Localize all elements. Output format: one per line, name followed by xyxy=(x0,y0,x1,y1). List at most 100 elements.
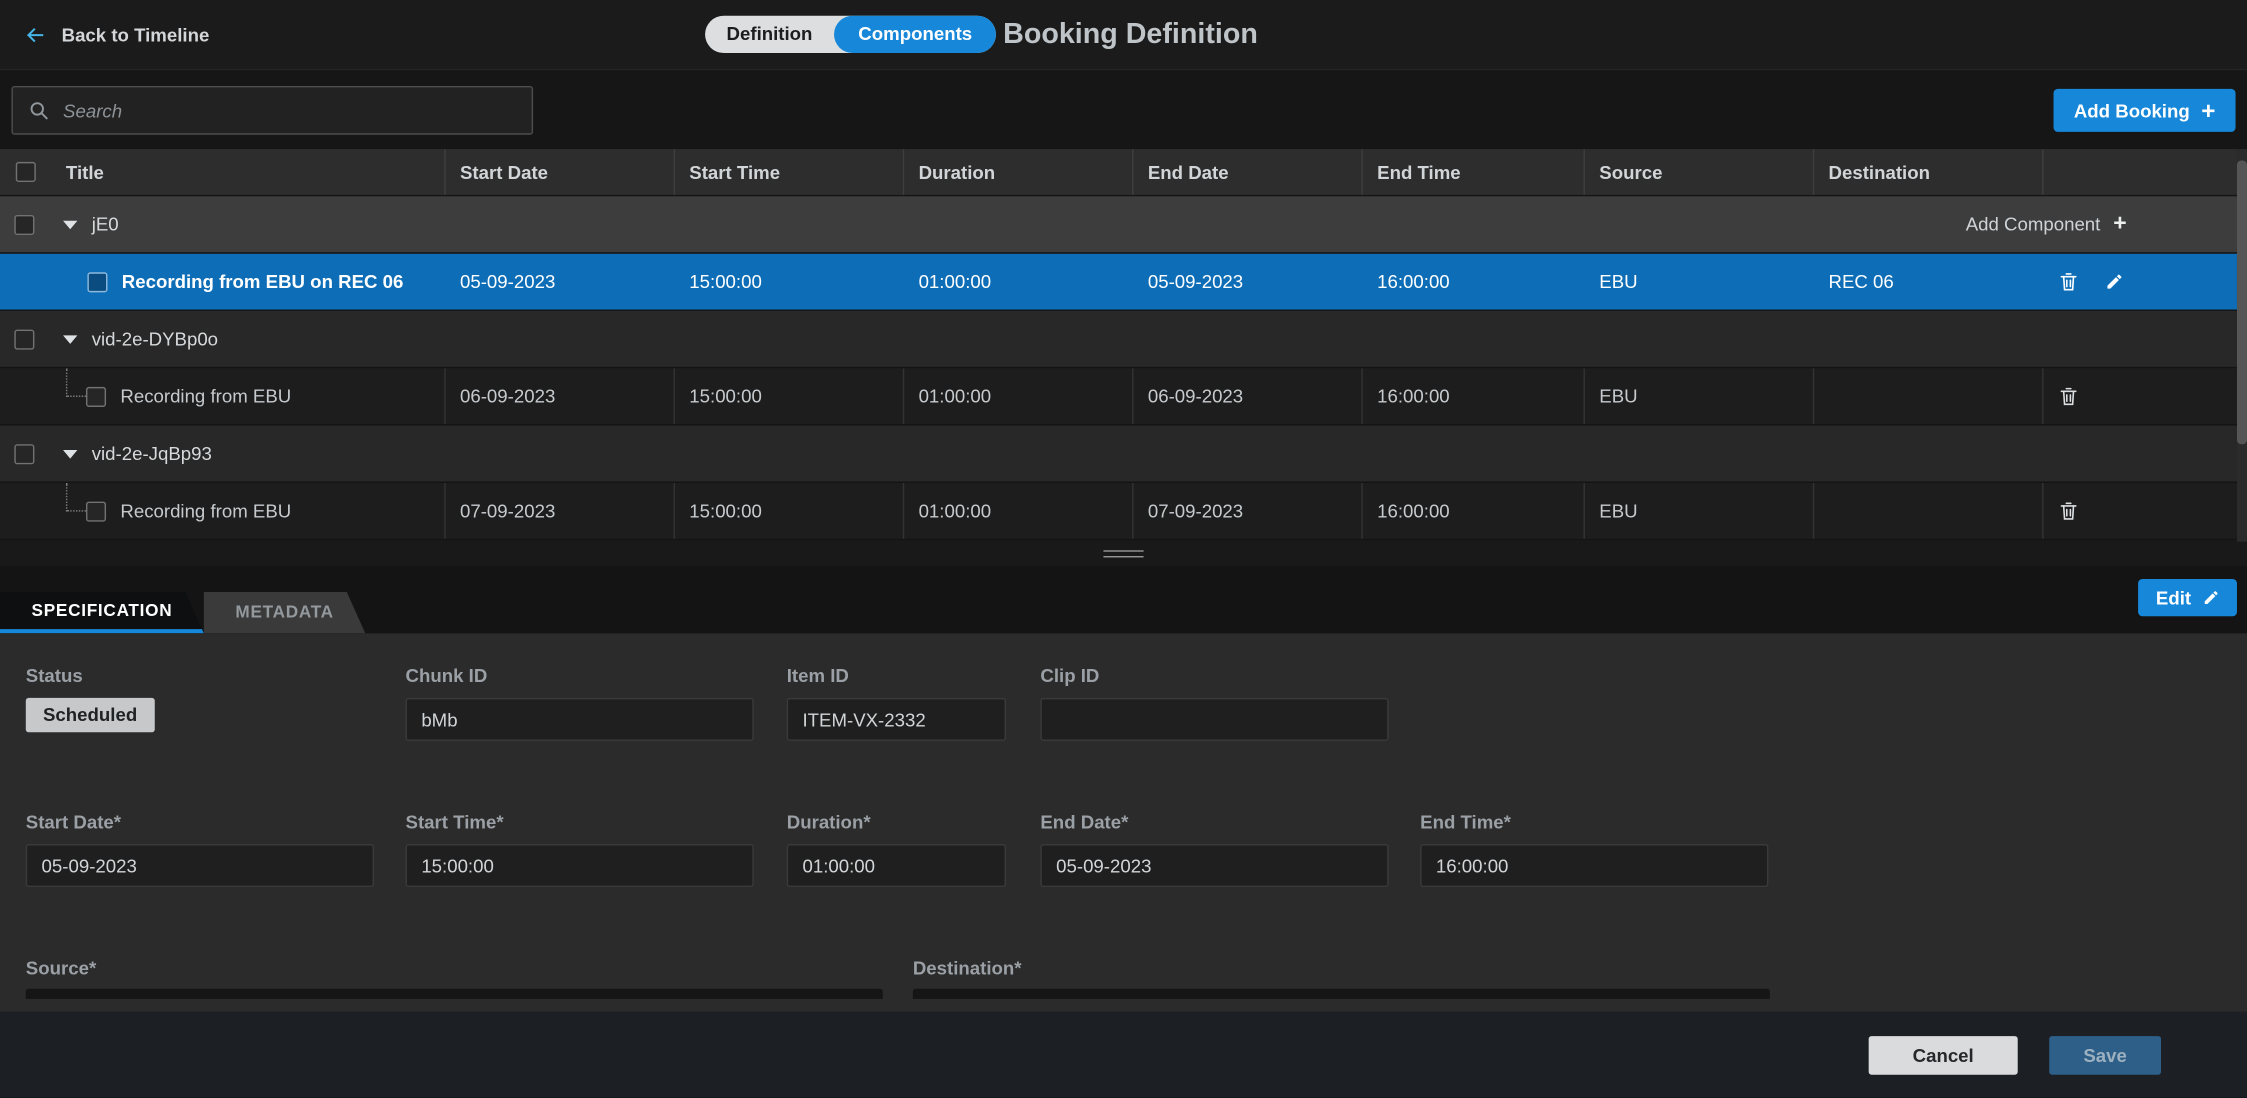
row-title: Recording from EBU on REC 06 xyxy=(122,271,404,292)
group-checkbox[interactable] xyxy=(14,329,34,349)
back-label: Back to Timeline xyxy=(62,24,210,45)
clip-id-field[interactable] xyxy=(1040,698,1388,741)
cell-end-date: 05-09-2023 xyxy=(1132,254,1361,310)
cell-start-time: 15:00:00 xyxy=(674,254,903,310)
row-checkbox[interactable] xyxy=(86,501,106,521)
plus-icon: + xyxy=(2201,98,2215,122)
back-arrow-icon xyxy=(23,22,47,46)
cell-start-time: 15:00:00 xyxy=(674,368,903,424)
col-source[interactable]: Source xyxy=(1584,149,1813,195)
toggle-components[interactable]: Components xyxy=(834,16,997,53)
cell-duration: 01:00:00 xyxy=(903,254,1132,310)
save-button[interactable]: Save xyxy=(2049,1036,2161,1075)
add-booking-button[interactable]: Add Booking + xyxy=(2054,89,2236,132)
col-end-date[interactable]: End Date xyxy=(1132,149,1361,195)
cell-destination: REC 06 xyxy=(1813,254,2042,310)
status-label: Status xyxy=(26,665,83,686)
col-duration[interactable]: Duration xyxy=(903,149,1132,195)
edit-row-icon[interactable] xyxy=(2105,272,2124,291)
group-title: vid-2e-JqBp93 xyxy=(92,443,212,464)
cell-start-date: 06-09-2023 xyxy=(444,368,673,424)
cell-duration: 01:00:00 xyxy=(903,483,1132,539)
booking-row[interactable]: Recording from EBU on REC 06 05-09-2023 … xyxy=(0,254,2247,311)
cell-destination xyxy=(1813,368,2042,424)
cell-source: EBU xyxy=(1584,483,1813,539)
col-title[interactable]: Title xyxy=(52,149,445,195)
group-title: jE0 xyxy=(92,214,119,235)
top-bar: Back to Timeline Definition Components B… xyxy=(0,0,2247,69)
booking-row[interactable]: Recording from EBU 07-09-2023 15:00:00 0… xyxy=(0,483,2247,540)
cell-end-time: 16:00:00 xyxy=(1361,483,1583,539)
specification-form: Status Scheduled Chunk ID Item ID Clip I… xyxy=(0,633,2247,1011)
col-end-time[interactable]: End Time xyxy=(1361,149,1583,195)
cell-start-time: 15:00:00 xyxy=(674,483,903,539)
row-title: Recording from EBU xyxy=(120,500,291,521)
cell-source: EBU xyxy=(1584,254,1813,310)
booking-row[interactable]: Recording from EBU 06-09-2023 15:00:00 0… xyxy=(0,368,2247,425)
back-to-timeline-button[interactable]: Back to Timeline xyxy=(23,0,209,69)
page-title: Booking Definition xyxy=(1003,0,1258,69)
delete-icon[interactable] xyxy=(2058,385,2079,406)
table-header: Title Start Date Start Time Duration End… xyxy=(0,149,2247,196)
cell-start-date: 07-09-2023 xyxy=(444,483,673,539)
pencil-icon xyxy=(2203,589,2220,606)
toolbar: Add Booking + xyxy=(0,69,2247,149)
group-row[interactable]: jE0 Add Component + xyxy=(0,196,2247,253)
start-time-field[interactable] xyxy=(406,844,754,887)
tree-connector xyxy=(66,368,86,397)
cell-end-time: 16:00:00 xyxy=(1361,254,1583,310)
start-date-field[interactable] xyxy=(26,844,374,887)
group-checkbox[interactable] xyxy=(14,444,34,464)
add-component-label: Add Component xyxy=(1966,214,2101,235)
add-booking-label: Add Booking xyxy=(2074,100,2190,121)
delete-icon[interactable] xyxy=(2058,500,2079,521)
chunk-id-field[interactable] xyxy=(406,698,754,741)
splitter-handle[interactable] xyxy=(1103,550,1143,557)
tab-metadata[interactable]: METADATA xyxy=(204,592,365,634)
col-start-time[interactable]: Start Time xyxy=(674,149,903,195)
destination-label: Destination* xyxy=(913,957,1022,978)
add-component-button[interactable]: Add Component + xyxy=(1966,213,2127,236)
group-row[interactable]: vid-2e-JqBp93 xyxy=(0,426,2247,483)
scrollbar-thumb[interactable] xyxy=(2237,161,2247,445)
row-checkbox[interactable] xyxy=(87,272,107,292)
collapse-caret-icon[interactable] xyxy=(63,335,77,344)
cell-source: EBU xyxy=(1584,368,1813,424)
duration-field[interactable] xyxy=(787,844,1006,887)
collapse-caret-icon[interactable] xyxy=(63,220,77,229)
cancel-button[interactable]: Cancel xyxy=(1869,1036,2018,1075)
cell-destination xyxy=(1813,483,2042,539)
delete-icon[interactable] xyxy=(2058,271,2079,292)
cell-duration: 01:00:00 xyxy=(903,368,1132,424)
collapse-caret-icon[interactable] xyxy=(63,449,77,458)
detail-panel-tabbar: SPECIFICATION METADATA Edit xyxy=(0,566,2247,633)
group-checkbox[interactable] xyxy=(14,214,34,234)
select-all-checkbox[interactable] xyxy=(16,162,36,182)
tab-specification[interactable]: SPECIFICATION xyxy=(0,592,204,634)
source-label: Source* xyxy=(26,957,96,978)
item-id-label: Item ID xyxy=(787,665,849,686)
cell-end-date: 06-09-2023 xyxy=(1132,368,1361,424)
status-badge: Scheduled xyxy=(26,698,155,732)
item-id-field[interactable] xyxy=(787,698,1006,741)
edit-button[interactable]: Edit xyxy=(2139,579,2237,616)
end-time-field[interactable] xyxy=(1420,844,1768,887)
tree-connector xyxy=(66,483,86,512)
row-checkbox[interactable] xyxy=(86,386,106,406)
group-row[interactable]: vid-2e-DYBp0o xyxy=(0,311,2247,368)
end-date-field[interactable] xyxy=(1040,844,1388,887)
table-scrollbar xyxy=(2237,149,2247,542)
search-input[interactable] xyxy=(63,100,517,121)
group-title: vid-2e-DYBp0o xyxy=(92,328,218,349)
search-box xyxy=(11,86,533,135)
footer-bar: Cancel Save xyxy=(0,1012,2247,1098)
col-start-date[interactable]: Start Date xyxy=(444,149,673,195)
cell-end-time: 16:00:00 xyxy=(1361,368,1583,424)
toggle-definition[interactable]: Definition xyxy=(705,16,834,53)
source-field[interactable] xyxy=(26,989,883,999)
col-destination[interactable]: Destination xyxy=(1813,149,2042,195)
clip-id-label: Clip ID xyxy=(1040,665,1099,686)
destination-field[interactable] xyxy=(913,989,1770,999)
col-actions xyxy=(2042,149,2247,195)
plus-icon: + xyxy=(2113,213,2126,236)
